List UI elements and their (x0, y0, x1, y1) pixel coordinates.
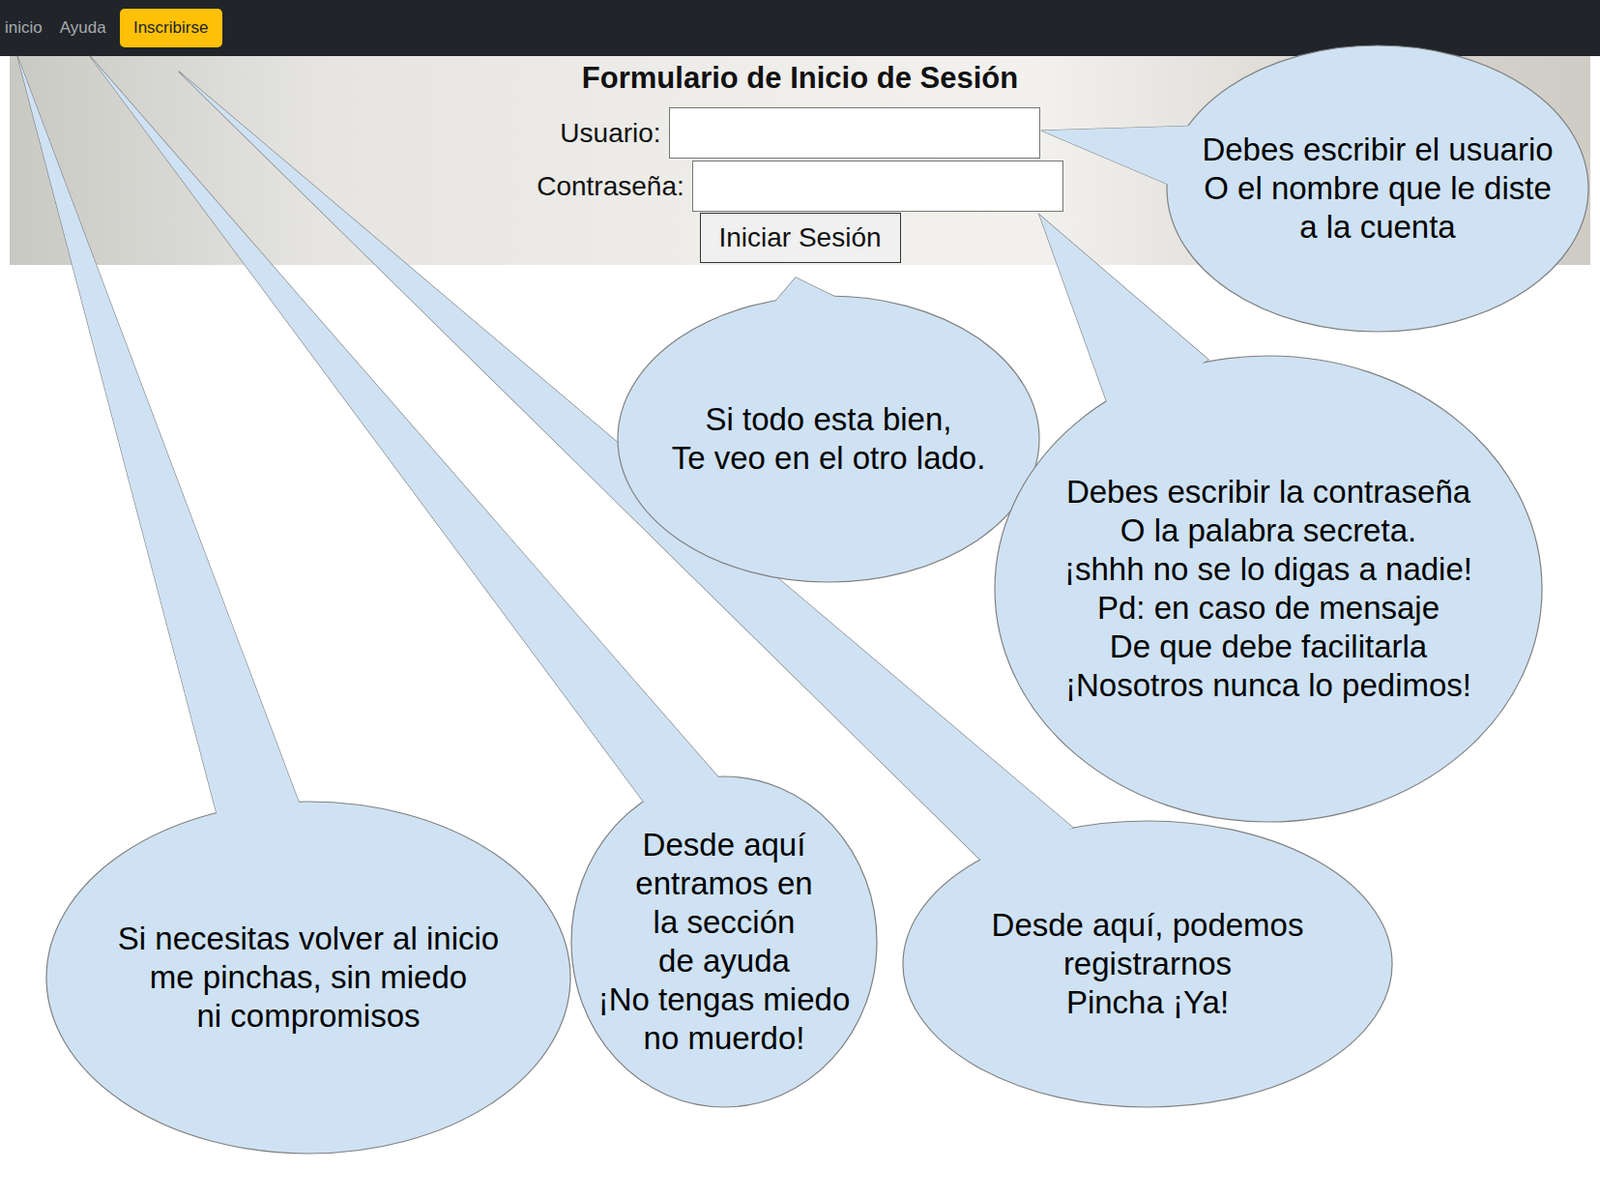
callout-line: la sección (598, 902, 850, 942)
callout-line: ¡Nosotros nunca lo pedimos! (1064, 666, 1473, 705)
page: inicio Ayuda Inscribirse Formulario de Inic… (0, 0, 1600, 1199)
callout-tail (1039, 214, 1209, 416)
callout-line: O el nombre que le diste (1201, 169, 1553, 208)
callout-text: Desde aquíentramos enla secciónde ayuda¡… (598, 825, 850, 1058)
callout-tail (768, 277, 842, 310)
callout-line: Desde aquí (598, 825, 850, 865)
nav-link[interactable]: inicio (4, 18, 43, 38)
callout-text: Debes escribir el usuarioO el nombre que… (1201, 130, 1553, 247)
callout-line: ¡shhh no se lo digas a nadie! (1064, 550, 1473, 589)
login-button[interactable]: Iniciar Sesión (699, 212, 902, 263)
callout-tail (1041, 125, 1199, 194)
callout-tail-join (1039, 214, 1209, 416)
callout-line: O la palabra secreta. (1064, 511, 1473, 551)
field-label: Contraseña: (536, 171, 685, 203)
callout-line: Pincha ¡Ya! (991, 983, 1305, 1022)
callout-line: ni compromisos (117, 996, 499, 1036)
form-row: Contraseña: (536, 160, 1064, 212)
callout-line: no muerdo! (598, 1018, 850, 1058)
callout-line: me pinchas, sin miedo (117, 958, 499, 997)
callout-text: Desde aquí, podemosregistrarnosPincha ¡Y… (991, 905, 1305, 1022)
callout-tail-join (178, 71, 1074, 866)
callout-line: ¡No tengas miedo (598, 980, 850, 1019)
callout-tail-join (1041, 125, 1199, 194)
callout-line: Debes escribir el usuario (1201, 130, 1553, 170)
form-title: Formulario de Inicio de Sesión (581, 56, 1019, 101)
callout-tail (178, 71, 1074, 866)
callout-bubble (994, 355, 1542, 822)
nav-link[interactable]: Ayuda (59, 18, 107, 38)
callout-line: entramos en (598, 864, 850, 903)
field-label: Usuario: (559, 117, 661, 149)
callout-tail (89, 56, 721, 808)
text-field[interactable] (692, 160, 1064, 212)
callout-bubble (617, 295, 1040, 582)
callout-line: Si necesitas volver al inicio (117, 919, 499, 959)
callout-tail-join (89, 56, 721, 808)
callout-line: Pd: en caso de mensaje (1064, 588, 1473, 628)
callout-line: a la cuenta (1201, 207, 1553, 247)
callout-bubble (46, 801, 571, 1154)
callout-line: De que debe facilitarla (1064, 627, 1473, 667)
callout-bubble (1166, 45, 1589, 332)
callout-text: Si necesitas volver al iniciome pinchas,… (117, 919, 499, 1036)
callout-text: Debes escribir la contraseñaO la palabra… (1064, 472, 1473, 705)
callout-line: de ayuda (598, 941, 850, 981)
callout-tail (17, 56, 300, 817)
callout-line: Debes escribir la contraseña (1064, 472, 1473, 512)
callout-bubble (902, 820, 1393, 1107)
callout-line: Si todo esta bien, (671, 400, 987, 439)
callout-line: registrarnos (991, 944, 1305, 984)
callout-line: Desde aquí, podemos (991, 905, 1305, 945)
signup-button[interactable]: Inscribirse (119, 8, 223, 48)
callout-bubble (571, 776, 877, 1107)
text-field[interactable] (669, 107, 1041, 159)
callout-tail-join (768, 277, 842, 310)
callout-text: Si todo esta bien,Te veo en el otro lado… (671, 400, 987, 478)
navbar: inicio Ayuda Inscribirse (0, 0, 1600, 57)
form-row: Usuario: (559, 107, 1040, 159)
callout-tail-join (17, 56, 300, 817)
callout-line: Te veo en el otro lado. (671, 438, 987, 478)
